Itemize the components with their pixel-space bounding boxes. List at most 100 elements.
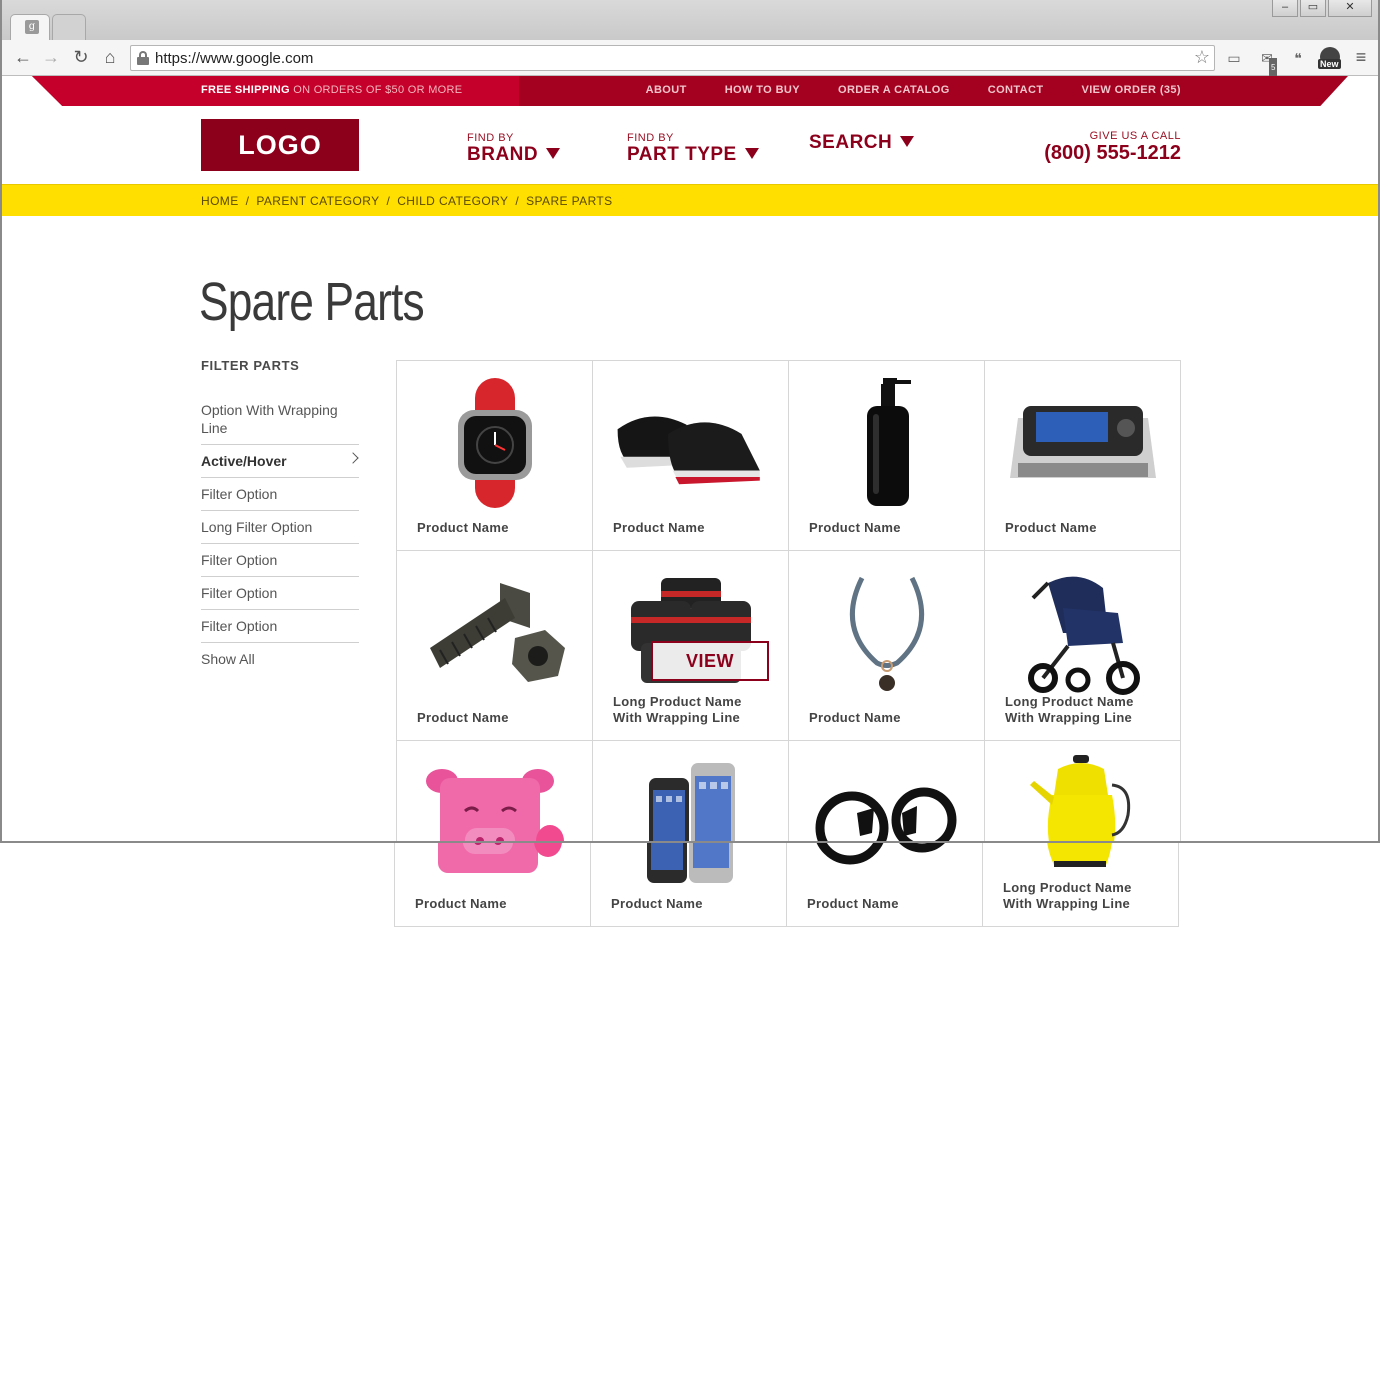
search-menu[interactable]: SEARCH (809, 132, 915, 154)
find-by-brand-menu[interactable]: FIND BY BRAND (467, 132, 561, 166)
phone-number[interactable]: (800) 555-1212 (1044, 142, 1181, 164)
nav-how-to-buy[interactable]: HOW TO BUY (725, 84, 800, 96)
breadcrumb-home[interactable]: HOME (201, 194, 239, 208)
url-text[interactable]: https://www.google.com (155, 50, 313, 67)
nav-about[interactable]: ABOUT (646, 84, 687, 96)
filter-heading: FILTER PARTS (201, 358, 300, 373)
product-card[interactable]: Long Product Name With Wrapping Line (985, 551, 1181, 741)
shipping-bold: FREE SHIPPING (201, 84, 290, 96)
product-card[interactable]: Product Name (789, 741, 985, 841)
dropdown-triangle-icon (900, 136, 915, 147)
reload-icon[interactable]: ↻ (70, 46, 92, 68)
nav-order-catalog[interactable]: ORDER A CATALOG (838, 84, 950, 96)
cookware-icon: VIEW (613, 565, 769, 701)
call-us: GIVE US A CALL (800) 555-1212 (1044, 130, 1181, 164)
show-all-link[interactable]: Show All (201, 643, 359, 675)
title-bar: g – ▭ ✕ (2, 0, 1378, 40)
shipping-banner: FREE SHIPPING ON ORDERS OF $50 OR MORE (201, 84, 462, 96)
home-icon[interactable]: ⌂ (99, 46, 121, 68)
product-name[interactable]: Product Name (417, 710, 577, 726)
page-title: Spare Parts (199, 272, 425, 332)
product-card: Long Product Name With Wrapping Line (983, 843, 1179, 927)
filter-option-active[interactable]: Active/Hover (201, 445, 359, 478)
nav-view-order[interactable]: VIEW ORDER (35) (1081, 84, 1181, 96)
product-name: Long Product Name With Wrapping Line (1003, 880, 1132, 911)
call-label: GIVE US A CALL (1089, 130, 1181, 142)
product-card[interactable]: Product Name (789, 361, 985, 551)
hangouts-icon[interactable]: ❝ (1288, 48, 1308, 68)
product-name[interactable]: Product Name (809, 710, 969, 726)
maximize-button[interactable]: ▭ (1300, 0, 1326, 17)
filter-option[interactable]: Filter Option (201, 544, 359, 577)
product-name: Product Name (807, 896, 899, 911)
filter-option[interactable]: Filter Option (201, 610, 359, 643)
find-by-label: FIND BY (627, 132, 674, 144)
bolt-icon (417, 565, 573, 701)
chevron-right-icon (347, 452, 359, 464)
top-bar: FREE SHIPPING ON ORDERS OF $50 OR MORE A… (2, 76, 1378, 106)
google-favicon-icon: g (25, 20, 39, 34)
browser-window: g – ▭ ✕ ← → ↻ ⌂ https://www.google.com ☆… (0, 0, 1380, 843)
watch-icon (417, 375, 573, 511)
filter-option-label: Active/Hover (201, 453, 287, 469)
part-type-label: PART TYPE (627, 144, 737, 165)
product-grid-overflow-part: Product Name Product Name Product Name P… (394, 843, 1179, 927)
forward-arrow-icon[interactable]: → (40, 46, 62, 68)
mail-count-badge: 5 (1269, 58, 1278, 78)
breadcrumb-parent[interactable]: PARENT CATEGORY (256, 194, 379, 208)
device-icon (1005, 375, 1161, 511)
product-card[interactable]: Long Product Name With Wrapping Line (985, 741, 1181, 841)
dropdown-triangle-icon (546, 148, 561, 159)
filter-option[interactable]: Long Filter Option (201, 511, 359, 544)
dropdown-triangle-icon (744, 148, 759, 159)
pig-toy-icon (415, 843, 571, 891)
site-header: LOGO FIND BY BRAND FIND BY PART TYPE SEA… (2, 106, 1378, 184)
product-card[interactable]: Product Name (789, 551, 985, 741)
filter-option[interactable]: Option With Wrapping Line (201, 394, 359, 445)
controllers-icon (809, 755, 965, 841)
find-by-part-type-menu[interactable]: FIND BY PART TYPE (627, 132, 759, 166)
menu-icon[interactable]: ≡ (1350, 46, 1372, 68)
breadcrumb-current: SPARE PARTS (526, 194, 613, 208)
product-card[interactable]: Product Name (397, 361, 593, 551)
product-name[interactable]: Long Product Name With Wrapping Line (613, 694, 773, 726)
product-card[interactable]: Product Name (397, 741, 593, 841)
product-card: Product Name (787, 843, 983, 927)
address-bar[interactable]: https://www.google.com ☆ (130, 45, 1215, 71)
bookmark-star-icon[interactable]: ☆ (1194, 47, 1210, 68)
top-nav: ABOUT HOW TO BUY ORDER A CATALOG CONTACT… (646, 84, 1181, 96)
breadcrumb-child[interactable]: CHILD CATEGORY (397, 194, 508, 208)
mail-extension-icon[interactable]: ✉ 5 (1257, 48, 1278, 78)
new-badge: New (1318, 59, 1341, 69)
filter-option[interactable]: Filter Option (201, 478, 359, 511)
product-name[interactable]: Long Product Name With Wrapping Line (1005, 694, 1165, 726)
pig-toy-icon (417, 755, 573, 841)
product-card[interactable]: Product Name (593, 361, 789, 551)
breadcrumb: HOME / PARENT CATEGORY / CHILD CATEGORY / S… (2, 184, 1378, 216)
product-grid: Product Name Product Name Product Name P… (396, 360, 1181, 841)
phones-icon (611, 843, 767, 891)
cast-icon[interactable]: ▭ (1224, 48, 1244, 68)
filter-list: Option With Wrapping Line Active/Hover F… (201, 394, 359, 675)
close-window-button[interactable]: ✕ (1328, 0, 1372, 17)
view-button[interactable]: VIEW (651, 641, 769, 681)
nav-contact[interactable]: CONTACT (988, 84, 1044, 96)
back-arrow-icon[interactable]: ← (12, 46, 34, 68)
product-card[interactable]: Product Name (985, 361, 1181, 551)
product-card[interactable]: Product Name (397, 551, 593, 741)
new-tab-button[interactable] (52, 14, 86, 40)
browser-tab[interactable]: g (10, 14, 50, 40)
extension-new-icon[interactable]: New (1318, 47, 1342, 69)
find-by-label: FIND BY (467, 132, 514, 144)
product-name[interactable]: Product Name (613, 520, 773, 536)
kettle-icon (1005, 747, 1161, 841)
site-logo[interactable]: LOGO (201, 119, 359, 171)
product-name: Product Name (415, 896, 507, 911)
product-name[interactable]: Product Name (809, 520, 969, 536)
product-card[interactable]: VIEW Long Product Name With Wrapping Lin… (593, 551, 789, 741)
product-name[interactable]: Product Name (1005, 520, 1165, 536)
product-name[interactable]: Product Name (417, 520, 577, 536)
product-card[interactable]: Product Name (593, 741, 789, 841)
filter-option[interactable]: Filter Option (201, 577, 359, 610)
minimize-button[interactable]: – (1272, 0, 1298, 17)
